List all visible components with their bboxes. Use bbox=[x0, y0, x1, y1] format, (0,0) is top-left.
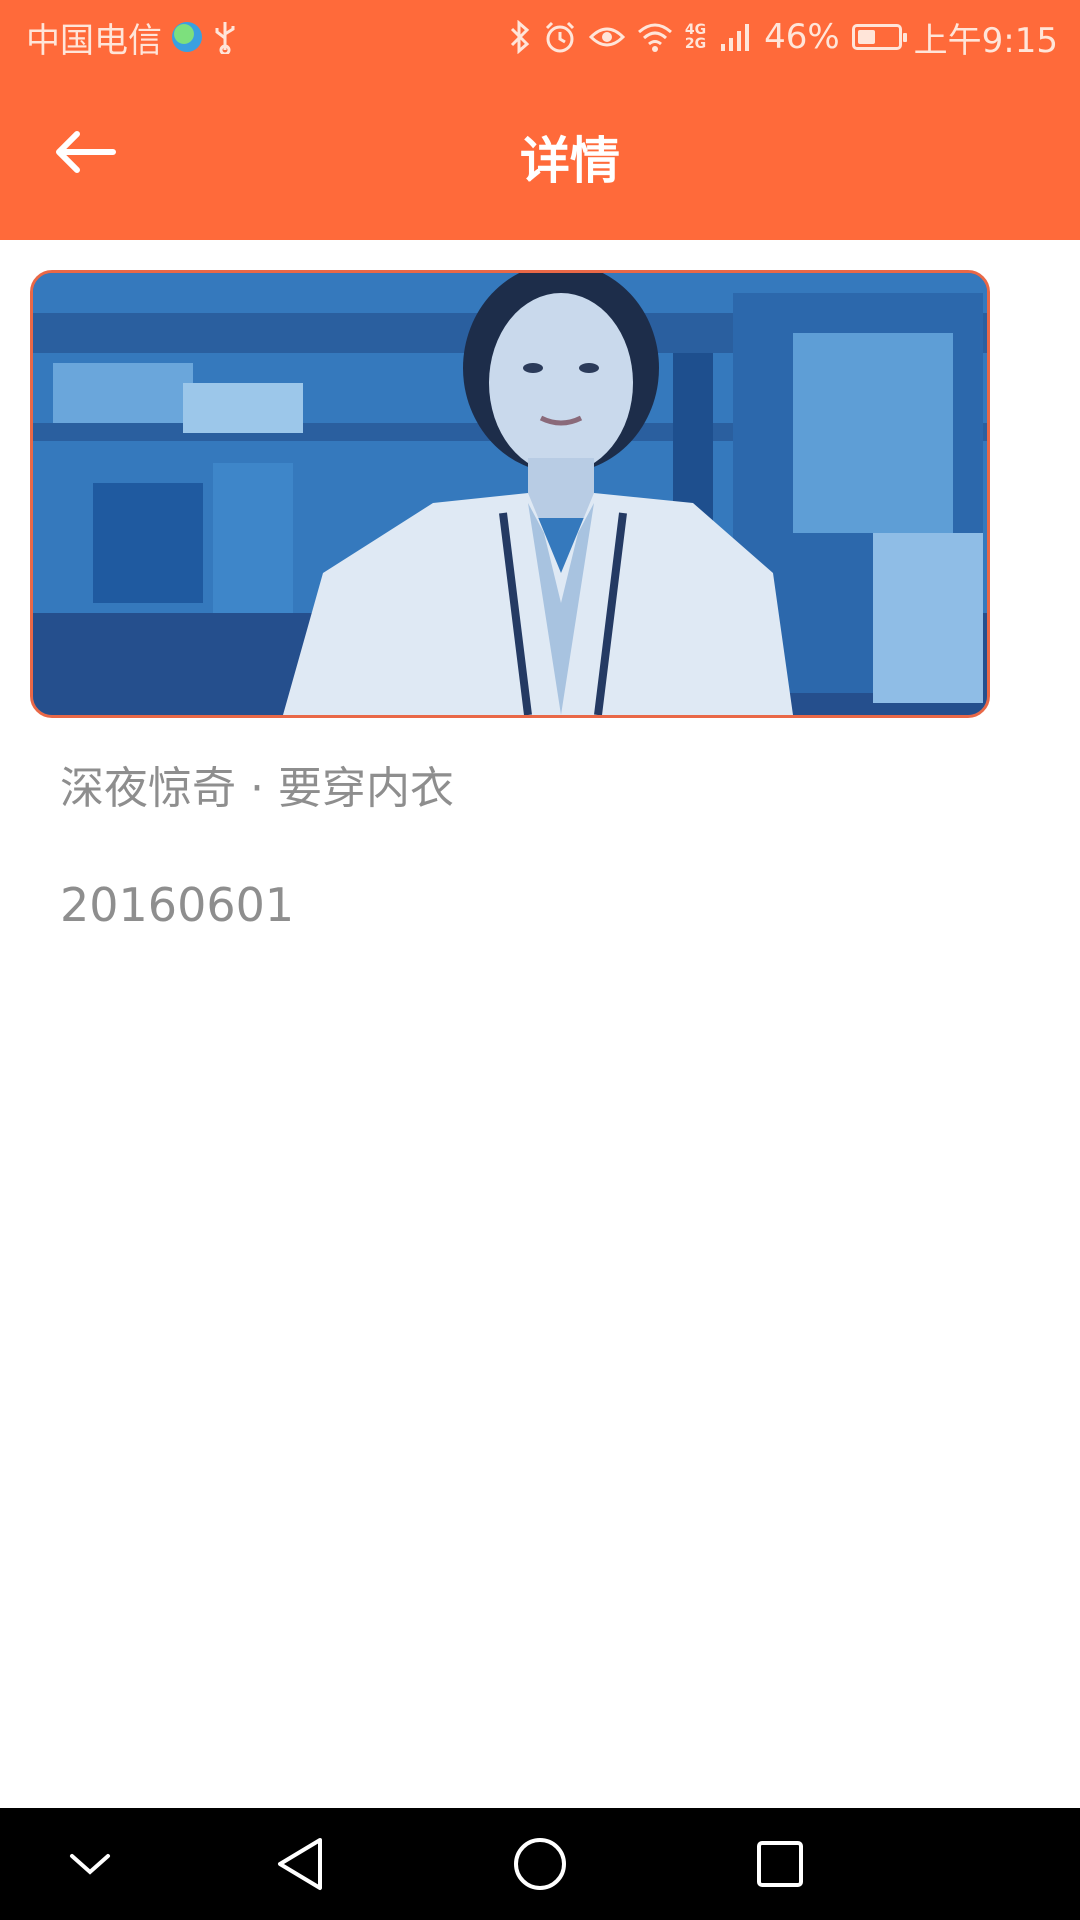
back-button[interactable] bbox=[40, 114, 130, 190]
clock: 上午9:15 bbox=[913, 20, 1058, 61]
navigation-bar bbox=[0, 1808, 1080, 1920]
usb-icon bbox=[212, 20, 238, 54]
status-bar: 中国电信 4G 2G 46% 上午9:15 bbox=[0, 0, 1080, 74]
nav-home-button[interactable] bbox=[480, 1808, 600, 1920]
back-triangle-icon bbox=[278, 1838, 322, 1890]
eye-icon bbox=[588, 23, 625, 51]
network-type-bottom: 2G bbox=[684, 36, 707, 52]
hide-nav-button[interactable] bbox=[30, 1808, 150, 1920]
back-arrow-icon bbox=[56, 131, 116, 173]
bluetooth-icon bbox=[509, 20, 531, 54]
battery-icon bbox=[851, 24, 907, 50]
app-bar: 详情 bbox=[0, 74, 1080, 240]
article-title: 深夜惊奇 · 要穿内衣 bbox=[60, 763, 454, 814]
screen: 中国电信 4G 2G 46% 上午9:15 详情 深夜惊奇 · 要穿内衣 201… bbox=[0, 0, 1080, 1920]
article-date: 20160601 bbox=[60, 878, 295, 932]
signal-icon bbox=[720, 22, 752, 52]
recents-square-icon bbox=[757, 1841, 803, 1887]
nav-back-button[interactable] bbox=[240, 1808, 360, 1920]
wifi-icon bbox=[637, 22, 673, 52]
battery-percent: 46% bbox=[764, 17, 840, 57]
network-type-top: 4G bbox=[684, 22, 707, 38]
alarm-icon bbox=[543, 20, 577, 54]
home-circle-icon bbox=[514, 1838, 566, 1890]
chevron-down-icon bbox=[70, 1854, 110, 1875]
article-image[interactable] bbox=[30, 270, 990, 718]
status-left: 中国电信 bbox=[26, 0, 238, 74]
battery-fill bbox=[857, 30, 875, 44]
globe-icon bbox=[172, 22, 202, 52]
network-type: 4G 2G bbox=[685, 23, 706, 51]
page-title: 详情 bbox=[520, 132, 620, 190]
status-right: 4G 2G 46% 上午9:15 bbox=[509, 0, 1058, 74]
nav-recents-button[interactable] bbox=[720, 1808, 840, 1920]
carrier-label: 中国电信 bbox=[26, 20, 162, 61]
